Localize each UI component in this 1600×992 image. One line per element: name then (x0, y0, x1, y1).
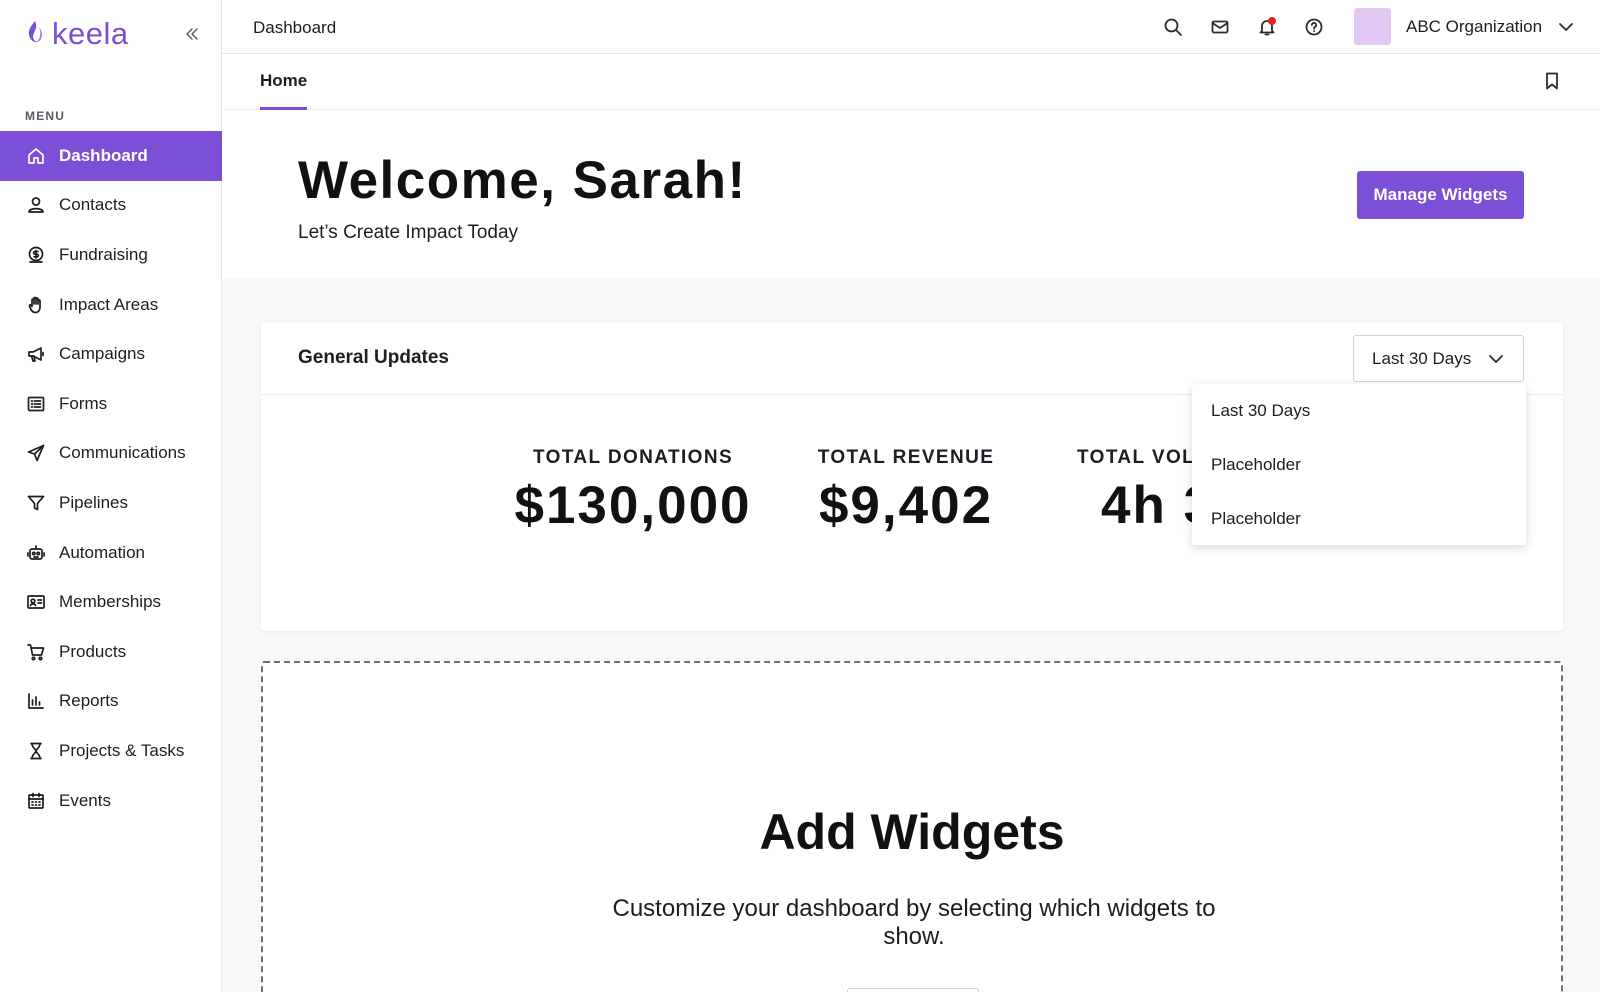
sidebar-item-label: Pipelines (59, 492, 128, 512)
sidebar-item-forms[interactable]: Forms (0, 379, 222, 429)
mail-icon (1211, 20, 1229, 34)
dropdown-option[interactable]: Last 30 Days (1192, 384, 1526, 438)
sidebar-item-dashboard[interactable]: Dashboard (0, 131, 222, 181)
hand-icon (25, 294, 47, 316)
sidebar-item-communications[interactable]: Communications (0, 429, 222, 479)
paper-plane-icon (25, 442, 47, 464)
cart-icon (25, 641, 47, 663)
sidebar-item-impact-areas[interactable]: Impact Areas (0, 280, 222, 330)
megaphone-icon (25, 343, 47, 365)
calendar-icon (25, 790, 47, 812)
sidebar-item-label: Contacts (59, 195, 127, 215)
sidebar-item-campaigns[interactable]: Campaigns (0, 329, 222, 379)
hourglass-icon (25, 740, 47, 762)
double-chevron-left-icon (186, 28, 198, 40)
stat-value: $130,000 (514, 476, 752, 535)
brand-name: keela (52, 16, 129, 51)
date-range-dropdown: Last 30 Days Placeholder Placeholder (1192, 384, 1526, 545)
help-icon (1305, 18, 1323, 36)
mail-button[interactable] (1208, 15, 1232, 39)
sidebar-item-label: Forms (59, 393, 108, 413)
help-button[interactable] (1302, 15, 1326, 39)
sidebar-item-label: Reports (59, 691, 119, 711)
add-widgets-button[interactable] (847, 988, 979, 992)
tab-home[interactable]: Home (260, 71, 308, 111)
sidebar-item-events[interactable]: Events (0, 776, 222, 826)
sidebar-item-projects-tasks[interactable]: Projects & Tasks (0, 726, 222, 776)
top-header: Dashboard ABC Organization (222, 0, 1600, 54)
sidebar: keela MENU Dashboard Contacts Fundraisin… (0, 0, 222, 992)
menu-label: MENU (25, 109, 66, 123)
funnel-icon (25, 492, 47, 514)
bookmark-button[interactable] (1542, 71, 1564, 93)
search-icon (1164, 18, 1182, 36)
sidebar-item-contacts[interactable]: Contacts (0, 181, 222, 231)
sidebar-item-pipelines[interactable]: Pipelines (0, 478, 222, 528)
dropdown-option[interactable]: Placeholder (1192, 438, 1526, 492)
manage-widgets-button[interactable]: Manage Widgets (1357, 171, 1524, 219)
sidebar-item-label: Dashboard (59, 145, 148, 165)
sidebar-item-label: Events (59, 790, 111, 810)
stat-total-donations: TOTAL DONATIONS $130,000 (493, 447, 773, 536)
sidebar-item-label: Products (59, 641, 127, 661)
date-range-value: Last 30 Days (1372, 348, 1472, 368)
chevron-down-icon (1559, 22, 1573, 31)
sidebar-item-label: Fundraising (59, 244, 148, 264)
sidebar-item-products[interactable]: Products (0, 627, 222, 677)
stat-value: $9,402 (818, 476, 994, 535)
sidebar-item-memberships[interactable]: Memberships (0, 577, 222, 627)
page-title: Dashboard (253, 18, 337, 37)
sidebar-item-label: Impact Areas (59, 294, 159, 314)
sidebar-item-label: Communications (59, 443, 186, 463)
org-name: ABC Organization (1406, 16, 1543, 36)
keela-logo[interactable]: keela (24, 16, 129, 52)
stat-label: TOTAL DONATIONS (532, 447, 734, 468)
bar-chart-icon (25, 690, 47, 712)
org-avatar (1354, 8, 1391, 45)
sidebar-item-label: Automation (59, 542, 145, 562)
welcome-subtitle: Let’s Create Impact Today (298, 222, 519, 243)
sidebar-nav: Dashboard Contacts Fundraising Impact Ar… (0, 131, 222, 825)
list-form-icon (25, 393, 47, 415)
home-icon (25, 145, 47, 167)
date-range-select[interactable]: Last 30 Days (1353, 335, 1524, 382)
bookmark-icon (1546, 72, 1558, 90)
dropdown-option[interactable]: Placeholder (1192, 492, 1526, 546)
sidebar-item-fundraising[interactable]: Fundraising (0, 230, 222, 280)
add-widgets-area: Add Widgets Customize your dashboard by … (261, 661, 1563, 992)
sidebar-item-label: Campaigns (59, 344, 145, 364)
card-title: General Updates (298, 347, 449, 368)
sidebar-item-reports[interactable]: Reports (0, 677, 222, 727)
stat-label: TOTAL REVENUE (817, 447, 995, 468)
flame-logo-icon (24, 19, 46, 50)
sidebar-item-label: Memberships (59, 592, 162, 612)
notification-badge (1268, 17, 1276, 25)
notifications-button[interactable] (1255, 15, 1279, 39)
welcome-heading: Welcome, Sarah! (298, 151, 747, 210)
stat-total-revenue: TOTAL REVENUE $9,402 (791, 447, 1021, 536)
chevron-down-icon (1489, 354, 1503, 363)
tab-bar: Home (222, 54, 1600, 111)
user-icon (25, 194, 47, 216)
money-bag-icon (25, 244, 47, 266)
add-widgets-description: Customize your dashboard by selecting wh… (612, 895, 1216, 950)
robot-icon (25, 542, 47, 564)
sidebar-item-automation[interactable]: Automation (0, 528, 222, 578)
add-widgets-heading: Add Widgets (759, 804, 1065, 860)
id-card-icon (25, 591, 47, 613)
organization-switcher[interactable]: ABC Organization (1354, 8, 1575, 45)
welcome-section: Welcome, Sarah! Let’s Create Impact Toda… (222, 110, 1600, 278)
sidebar-item-label: Projects & Tasks (59, 740, 185, 760)
search-button[interactable] (1161, 15, 1185, 39)
collapse-sidebar-button[interactable] (180, 22, 204, 46)
